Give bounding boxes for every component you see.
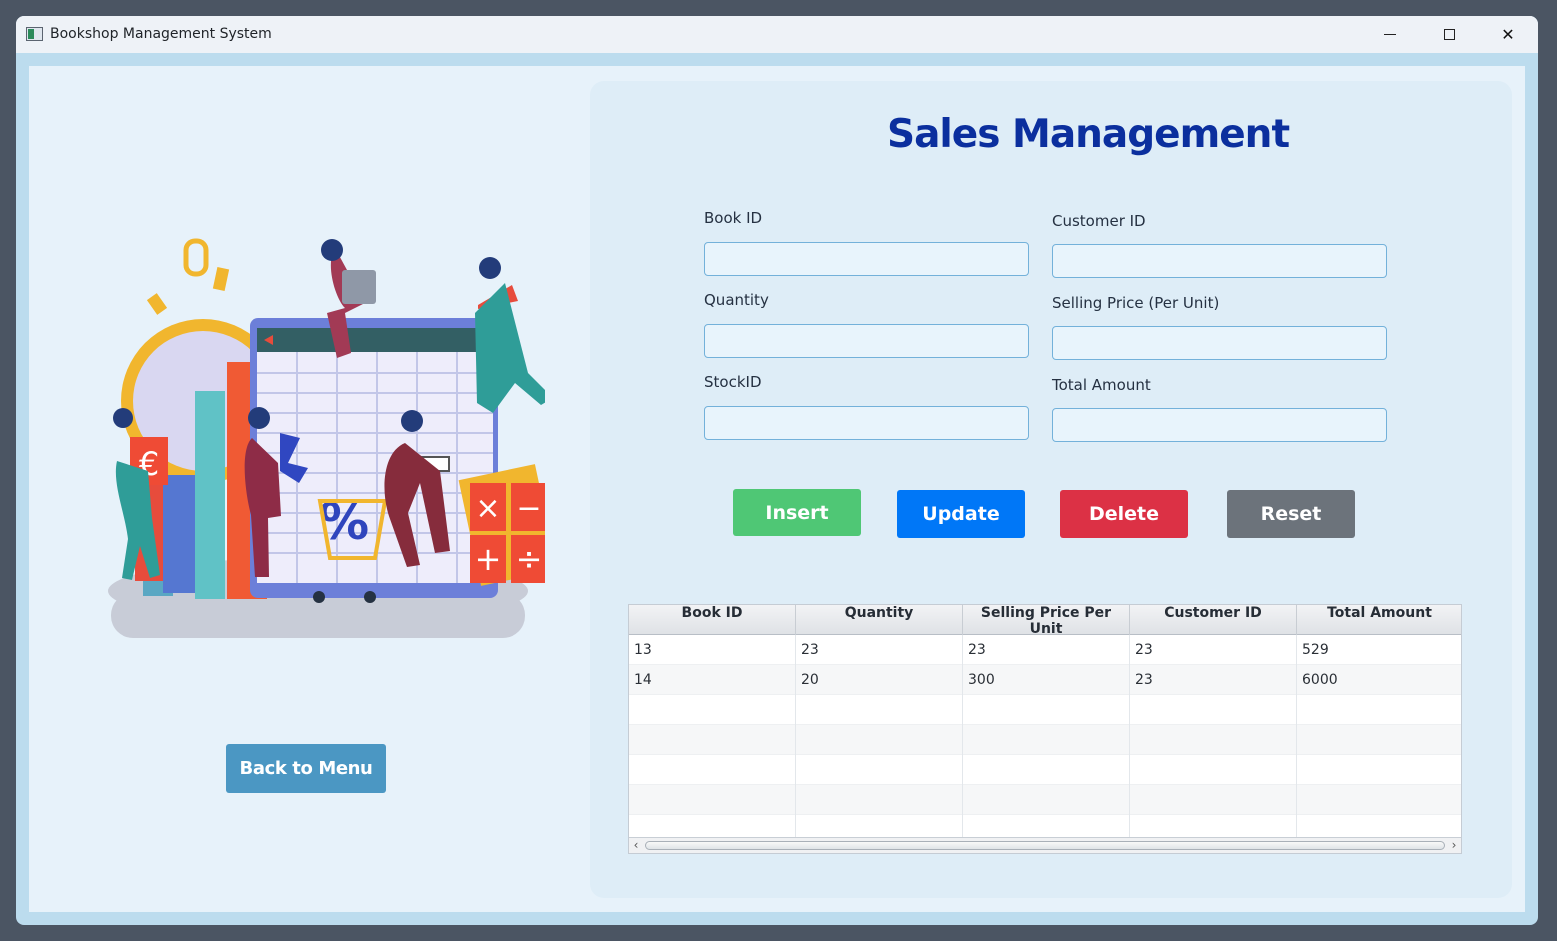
table-cell: 6000 bbox=[1297, 665, 1461, 695]
table-cell bbox=[963, 755, 1130, 785]
chevron-right-icon[interactable]: › bbox=[1447, 838, 1461, 853]
maximize-icon bbox=[1443, 29, 1455, 40]
minimize-icon bbox=[1384, 34, 1396, 35]
horizontal-scrollbar[interactable]: ‹ › bbox=[629, 837, 1461, 853]
back-to-menu-button[interactable]: Back to Menu bbox=[226, 744, 386, 793]
app-window: Bookshop Management System ✕ × − + ÷ € %… bbox=[16, 16, 1538, 925]
table-cell bbox=[963, 695, 1130, 725]
app-icon bbox=[26, 27, 43, 41]
customer-id-label: Customer ID bbox=[1052, 212, 1146, 230]
page-title: Sales Management bbox=[887, 112, 1290, 157]
insert-button[interactable]: Insert bbox=[733, 489, 861, 536]
table-cell: 14 bbox=[629, 665, 796, 695]
table-cell: 300 bbox=[963, 665, 1130, 695]
title-bar[interactable]: Bookshop Management System ✕ bbox=[16, 16, 1538, 53]
window-title: Bookshop Management System bbox=[50, 26, 272, 42]
empty-table-row bbox=[629, 785, 1461, 815]
table-cell: 23 bbox=[796, 635, 963, 665]
quantity-label: Quantity bbox=[704, 291, 769, 309]
table-cell bbox=[796, 785, 963, 815]
close-button[interactable]: ✕ bbox=[1479, 16, 1537, 53]
table-row[interactable]: 13 23 23 23 529 bbox=[629, 635, 1461, 665]
book-id-label: Book ID bbox=[704, 209, 763, 227]
minimize-button[interactable] bbox=[1361, 16, 1419, 53]
plus-symbol: + bbox=[475, 540, 502, 578]
empty-table-row bbox=[629, 755, 1461, 785]
total-amount-label: Total Amount bbox=[1052, 376, 1151, 394]
book-id-input[interactable] bbox=[704, 242, 1029, 276]
column-header-quantity[interactable]: Quantity bbox=[796, 605, 963, 635]
empty-table-row bbox=[629, 725, 1461, 755]
table-cell bbox=[1130, 785, 1297, 815]
column-header-customer-id[interactable]: Customer ID bbox=[1130, 605, 1297, 635]
table-cell: 23 bbox=[1130, 635, 1297, 665]
table-cell: 13 bbox=[629, 635, 796, 665]
table-cell bbox=[963, 785, 1130, 815]
selling-price-input[interactable] bbox=[1052, 326, 1387, 360]
selling-price-label: Selling Price (Per Unit) bbox=[1052, 294, 1220, 312]
table-cell bbox=[796, 725, 963, 755]
sales-analytics-illustration: × − + ÷ € % bbox=[108, 238, 545, 638]
empty-table-row bbox=[629, 695, 1461, 725]
update-button[interactable]: Update bbox=[897, 490, 1025, 538]
table-cell bbox=[1297, 725, 1461, 755]
table-cell bbox=[796, 755, 963, 785]
table-cell bbox=[1297, 755, 1461, 785]
column-header-selling-price[interactable]: Selling Price Per Unit bbox=[963, 605, 1130, 637]
customer-id-input[interactable] bbox=[1052, 244, 1387, 278]
table-cell: 23 bbox=[1130, 665, 1297, 695]
table-row[interactable]: 14 20 300 23 6000 bbox=[629, 665, 1461, 695]
table-cell: 529 bbox=[1297, 635, 1461, 665]
table-cell bbox=[1130, 725, 1297, 755]
maximize-button[interactable] bbox=[1420, 16, 1478, 53]
table-cell bbox=[629, 785, 796, 815]
column-header-book-id[interactable]: Book ID bbox=[629, 605, 796, 635]
total-amount-input[interactable] bbox=[1052, 408, 1387, 442]
minus-symbol: − bbox=[516, 491, 541, 526]
sales-management-panel: Sales Management Book ID Customer ID Qua… bbox=[590, 81, 1512, 898]
close-icon: ✕ bbox=[1501, 25, 1515, 44]
table-cell: 20 bbox=[796, 665, 963, 695]
table-cell bbox=[629, 755, 796, 785]
main-content: × − + ÷ € % Back to Menu Sales Managemen… bbox=[29, 66, 1525, 912]
divide-symbol: ÷ bbox=[516, 540, 543, 578]
quantity-input[interactable] bbox=[704, 324, 1029, 358]
table-cell bbox=[1130, 755, 1297, 785]
stock-id-label: StockID bbox=[704, 373, 762, 391]
table-cell bbox=[629, 725, 796, 755]
table-cell bbox=[1297, 695, 1461, 725]
delete-button[interactable]: Delete bbox=[1060, 490, 1188, 538]
column-header-total-amount[interactable]: Total Amount bbox=[1297, 605, 1461, 635]
stock-id-input[interactable] bbox=[704, 406, 1029, 440]
multiply-symbol: × bbox=[475, 491, 500, 526]
sales-table[interactable]: Book ID Quantity Selling Price Per Unit … bbox=[628, 604, 1462, 854]
reset-button[interactable]: Reset bbox=[1227, 490, 1355, 538]
chevron-left-icon[interactable]: ‹ bbox=[629, 838, 643, 853]
table-cell bbox=[629, 695, 796, 725]
table-header: Book ID Quantity Selling Price Per Unit … bbox=[629, 605, 1461, 637]
table-cell bbox=[963, 725, 1130, 755]
table-cell bbox=[1130, 695, 1297, 725]
table-cell bbox=[1297, 785, 1461, 815]
table-cell: 23 bbox=[963, 635, 1130, 665]
scrollbar-thumb[interactable] bbox=[645, 841, 1445, 850]
table-cell bbox=[796, 695, 963, 725]
